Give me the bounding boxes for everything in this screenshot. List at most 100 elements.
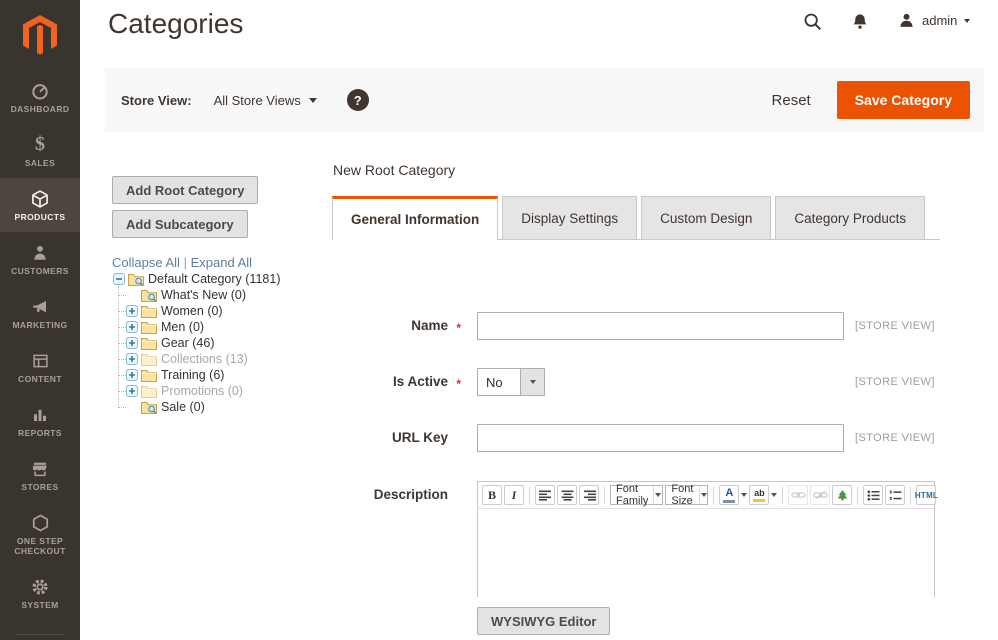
sidebar-item-content[interactable]: CONTENT [0, 340, 80, 394]
chevron-down-icon [699, 486, 708, 504]
sidebar-item-customers[interactable]: CUSTOMERS [0, 232, 80, 286]
sidebar-item-sales[interactable]: $ SALES [0, 124, 80, 178]
expand-toggle-icon[interactable] [126, 353, 138, 365]
reset-button[interactable]: Reset [772, 92, 811, 109]
expand-toggle-icon[interactable] [126, 385, 138, 397]
wysiwyg-toolbar: B I Font Family [478, 482, 934, 509]
sidebar-item-one-step-checkout[interactable]: ONE STEP CHECKOUT [0, 502, 80, 566]
admin-user-menu[interactable]: admin [898, 11, 970, 30]
folder-icon [141, 321, 157, 334]
folder-icon [141, 353, 157, 366]
links-separator: | [184, 255, 187, 270]
insert-link-icon [788, 485, 808, 505]
folder-search-icon [128, 273, 144, 286]
save-category-button[interactable]: Save Category [837, 81, 970, 119]
expand-all-link[interactable]: Expand All [191, 255, 252, 270]
main-area: Categories admin Store View: All Store V… [80, 0, 998, 640]
bullet-list-icon[interactable] [863, 485, 883, 505]
stores-icon [29, 459, 51, 479]
align-left-icon[interactable] [535, 485, 555, 505]
sidebar-divider [16, 634, 64, 635]
toolbar-divider [857, 487, 858, 504]
magento-logo[interactable] [0, 0, 80, 70]
tab-category-products[interactable]: Category Products [775, 196, 925, 240]
dashboard-icon [29, 81, 51, 101]
collapse-all-link[interactable]: Collapse All [112, 255, 180, 270]
tree-item-men[interactable]: Men (0) [126, 319, 280, 335]
scope-label: [STORE VIEW] [855, 368, 935, 396]
toolbar-divider [604, 487, 605, 504]
tree-expand-links: Collapse All | Expand All [112, 255, 252, 270]
scope-label: [STORE VIEW] [855, 424, 935, 452]
tree-item-whats-new[interactable]: What's New (0) [126, 287, 280, 303]
sidebar-item-marketing[interactable]: MARKETING [0, 286, 80, 340]
add-subcategory-button[interactable]: Add Subcategory [112, 210, 248, 238]
expand-toggle-icon[interactable] [126, 369, 138, 381]
is-active-label: Is Active [393, 374, 448, 389]
tree-item-default-category[interactable]: Default Category (1181) [113, 271, 280, 287]
customers-icon [29, 243, 51, 263]
sidebar-item-system[interactable]: SYSTEM [0, 566, 80, 620]
html-source-button[interactable]: HTML [916, 485, 936, 505]
category-tree: Default Category (1181) What's New (0) W… [113, 271, 280, 415]
notifications-bell-icon[interactable] [850, 11, 874, 35]
font-size-select[interactable]: Font Size [665, 485, 708, 505]
align-right-icon[interactable] [579, 485, 599, 505]
sidebar-item-reports[interactable]: REPORTS [0, 394, 80, 448]
required-asterisk: * [456, 314, 461, 342]
search-icon[interactable] [802, 11, 826, 35]
sidebar-item-stores[interactable]: STORES [0, 448, 80, 502]
expand-toggle-icon[interactable] [126, 337, 138, 349]
name-input[interactable] [477, 312, 844, 340]
description-editor-area[interactable] [478, 509, 934, 597]
folder-search-icon [141, 289, 157, 302]
toolbar-divider [782, 487, 783, 504]
tree-item-collections[interactable]: Collections (13) [126, 351, 280, 367]
collapse-toggle-icon[interactable] [113, 273, 125, 285]
tree-item-promotions[interactable]: Promotions (0) [126, 383, 280, 399]
align-center-icon[interactable] [557, 485, 577, 505]
highlight-color-icon[interactable]: ab [749, 485, 769, 505]
tab-display-settings[interactable]: Display Settings [502, 196, 637, 240]
marketing-icon [29, 297, 51, 317]
store-view-toolbar: Store View: All Store Views ? Reset Save… [105, 68, 984, 132]
expand-toggle-icon[interactable] [126, 305, 138, 317]
name-label: Name [411, 318, 448, 333]
folder-icon [141, 369, 157, 382]
tab-general-information[interactable]: General Information [332, 196, 498, 240]
italic-icon[interactable]: I [504, 485, 524, 505]
text-color-icon[interactable]: A [719, 485, 739, 505]
url-key-input[interactable] [477, 424, 844, 452]
tree-item-sale[interactable]: Sale (0) [126, 399, 280, 415]
content-icon [29, 351, 51, 371]
tree-item-gear[interactable]: Gear (46) [126, 335, 280, 351]
store-view-label: Store View: [121, 93, 192, 108]
numbered-list-icon[interactable] [885, 485, 905, 505]
highlight-color-dropdown-icon[interactable] [771, 485, 777, 505]
wysiwyg-editor-button[interactable]: WYSIWYG Editor [477, 607, 610, 635]
chevron-down-icon [309, 98, 317, 103]
is-active-select[interactable]: No [477, 368, 545, 396]
bold-icon[interactable]: B [482, 485, 502, 505]
page-title: Categories [108, 8, 243, 40]
insert-image-icon[interactable] [832, 485, 852, 505]
sidebar-item-products[interactable]: PRODUCTS [0, 178, 80, 232]
expand-toggle-icon[interactable] [126, 321, 138, 333]
sidebar-item-dashboard[interactable]: DASHBOARD [0, 70, 80, 124]
tree-item-women[interactable]: Women (0) [126, 303, 280, 319]
tree-item-training[interactable]: Training (6) [126, 367, 280, 383]
help-icon[interactable]: ? [347, 89, 369, 111]
add-root-category-button[interactable]: Add Root Category [112, 176, 258, 204]
admin-username: admin [922, 13, 957, 28]
font-family-select[interactable]: Font Family [610, 485, 663, 505]
user-avatar-icon [898, 11, 915, 30]
store-view-switcher[interactable]: All Store Views [214, 93, 317, 108]
tab-custom-design[interactable]: Custom Design [641, 196, 771, 240]
scope-label: [STORE VIEW] [855, 312, 935, 340]
toolbar-divider [529, 487, 530, 504]
description-wysiwyg: B I Font Family [477, 481, 935, 597]
magento-logo-icon [20, 13, 60, 57]
sidebar-menu: DASHBOARD $ SALES PRODUCTS CUSTOMERS [0, 70, 80, 635]
text-color-dropdown-icon[interactable] [741, 485, 747, 505]
category-heading: New Root Category [333, 162, 455, 178]
